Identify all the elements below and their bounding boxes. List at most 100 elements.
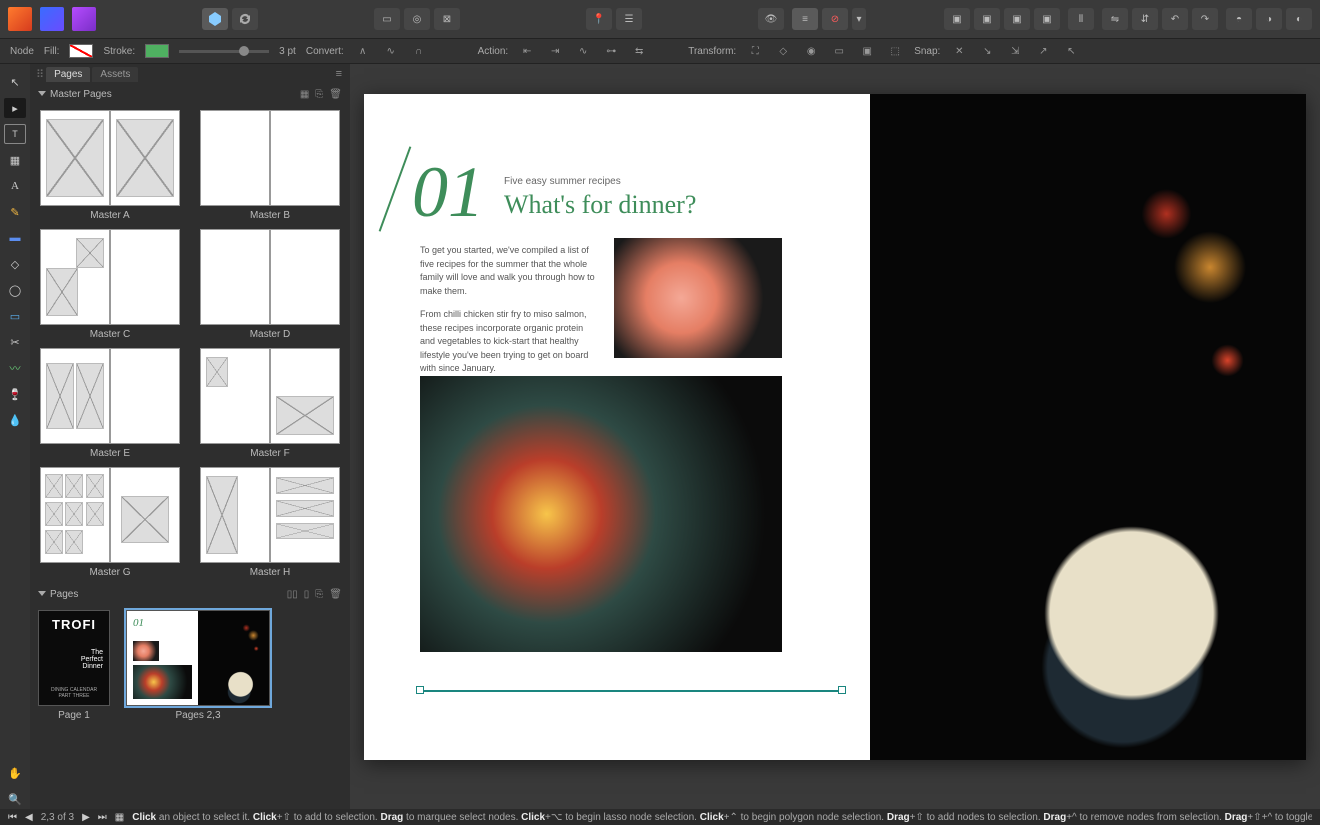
tab-pages[interactable]: Pages [46,67,90,82]
select-lasso-icon[interactable]: ⬚ [886,43,904,59]
dropdown-toggle[interactable]: ▾ [852,8,866,30]
crop-tool[interactable]: ✂ [4,332,26,352]
master-e[interactable]: Master E [38,348,182,459]
hide-selection-icon[interactable]: ◉ [802,43,820,59]
text-wrap-none-button[interactable]: ⊠ [434,8,460,30]
frame-text-tool[interactable]: T [4,124,26,144]
sync-button[interactable] [232,8,258,30]
image-eggs-bowl[interactable] [420,376,782,652]
pages-header[interactable]: Pages ▯▯ ▯ ⎘ 🗑 [30,584,350,604]
facing-pages-icon[interactable]: ▯▯ [287,589,298,600]
pages-popup-button[interactable]: ▦ [115,812,124,823]
boolean-add-button[interactable]: ◓ [1226,8,1252,30]
zoom-tool[interactable]: 🔍 [4,789,26,809]
selection-handle-left[interactable] [416,686,424,694]
convert-smart-icon[interactable]: ∩ [410,43,428,59]
action-close-icon[interactable]: ⇥ [546,43,564,59]
transform-mode-icon[interactable]: ⛶ [746,43,764,59]
master-pages-header[interactable]: Master Pages ▦ ⎘ 🗑 [30,84,350,104]
master-d[interactable]: Master D [198,229,342,340]
snap-handles-icon[interactable]: ↗ [1034,43,1052,59]
align-button[interactable]: ⫴ [1068,8,1094,30]
stroke-width-slider[interactable] [179,50,269,53]
page-2-3-thumb[interactable]: 01 Pages 2,3 [126,610,270,721]
fill-tool[interactable]: 🍷 [4,384,26,404]
flip-h-button[interactable]: ⇋ [1102,8,1128,30]
show-handles-icon[interactable]: ◇ [774,43,792,59]
page-2[interactable]: 01 Five easy summer recipes What's for d… [364,94,870,760]
ellipse-tool[interactable]: ◯ [4,280,26,300]
image-salmon[interactable] [614,238,782,358]
convert-smooth-icon[interactable]: ∿ [382,43,400,59]
add-master-icon[interactable]: ▦ [300,89,309,100]
app-switcher-designer[interactable] [40,7,64,31]
arrange-backward-button[interactable]: ▣ [974,8,1000,30]
panel-menu-icon[interactable]: ≡ [336,68,350,80]
select-box-icon[interactable]: ▣ [858,43,876,59]
preflight-button[interactable] [202,8,228,30]
color-picker-tool[interactable]: 💧 [4,410,26,430]
convert-sharp-icon[interactable]: ∧ [354,43,372,59]
pan-tool[interactable]: ✋ [4,763,26,783]
arrange-front-button[interactable]: ▣ [1034,8,1060,30]
clip-toggle[interactable]: ⊘ [822,8,848,30]
preview-mode-button[interactable]: 👁 [758,8,784,30]
view-mode-normal[interactable]: ≡ [792,8,818,30]
table-tool[interactable]: ▦ [4,150,26,170]
duplicate-master-icon[interactable]: ⎘ [315,89,323,100]
artistic-text-tool[interactable]: A [4,176,26,196]
boolean-subtract-button[interactable]: ◑ [1256,8,1282,30]
selected-object-handles[interactable] [416,686,846,696]
pin-button[interactable]: 📍 [586,8,612,30]
master-g[interactable]: Master G [38,467,182,578]
master-c[interactable]: Master C [38,229,182,340]
prev-page-button[interactable]: ◀ [25,812,33,823]
baseline-button[interactable]: ☰ [616,8,642,30]
app-switcher-photo[interactable] [72,7,96,31]
tab-assets[interactable]: Assets [92,67,138,82]
page-3[interactable] [870,94,1306,760]
rotate-ccw-button[interactable]: ↶ [1162,8,1188,30]
action-break-icon[interactable]: ⇤ [518,43,536,59]
duplicate-page-icon[interactable]: ⎘ [315,589,323,600]
shape-tool[interactable]: ◇ [4,254,26,274]
move-tool[interactable]: ↖ [4,72,26,92]
fill-swatch[interactable] [69,44,93,58]
text-wrap-settings-button[interactable]: ◎ [404,8,430,30]
master-b[interactable]: Master B [198,110,342,221]
delete-page-icon[interactable]: 🗑 [329,589,342,600]
stroke-swatch[interactable] [145,44,169,58]
vector-brush-tool[interactable]: 〰 [4,358,26,378]
snap-off-icon[interactable]: ↖ [1062,43,1080,59]
document-canvas[interactable]: 01 Five easy summer recipes What's for d… [350,64,1320,809]
flip-v-button[interactable]: ⇵ [1132,8,1158,30]
rotate-cw-button[interactable]: ↷ [1192,8,1218,30]
page-1-thumb[interactable]: TROFI The Perfect Dinner DINING CALENDAR… [38,610,110,721]
text-wrap-button[interactable]: ▭ [374,8,400,30]
rectangle-tool[interactable]: ▬ [4,228,26,248]
first-page-button[interactable]: ⏮ [8,812,17,823]
selection-handle-right[interactable] [838,686,846,694]
add-page-icon[interactable]: ▯ [304,589,310,600]
action-reverse-icon[interactable]: ⇆ [630,43,648,59]
snap-all-icon[interactable]: ⇲ [1006,43,1024,59]
image-flying-ingredients[interactable] [870,94,1306,760]
panel-handle-icon[interactable]: ⠿ [36,68,44,81]
app-switcher-publisher[interactable] [8,7,32,31]
next-page-button[interactable]: ▶ [82,812,90,823]
snap-node-icon[interactable]: ✕ [950,43,968,59]
picture-frame-tool[interactable]: ▭ [4,306,26,326]
delete-master-icon[interactable]: 🗑 [329,89,342,100]
pen-tool[interactable]: ✎ [4,202,26,222]
master-f[interactable]: Master F [198,348,342,459]
boolean-intersect-button[interactable]: ◐ [1286,8,1312,30]
arrange-back-button[interactable]: ▣ [944,8,970,30]
master-h[interactable]: Master H [198,467,342,578]
snap-geometry-icon[interactable]: ↘ [978,43,996,59]
node-tool[interactable]: ▸ [4,98,26,118]
arrange-forward-button[interactable]: ▣ [1004,8,1030,30]
last-page-button[interactable]: ⏭ [98,812,107,823]
action-smooth-icon[interactable]: ∿ [574,43,592,59]
cycle-selection-icon[interactable]: ▭ [830,43,848,59]
master-a[interactable]: Master A [38,110,182,221]
